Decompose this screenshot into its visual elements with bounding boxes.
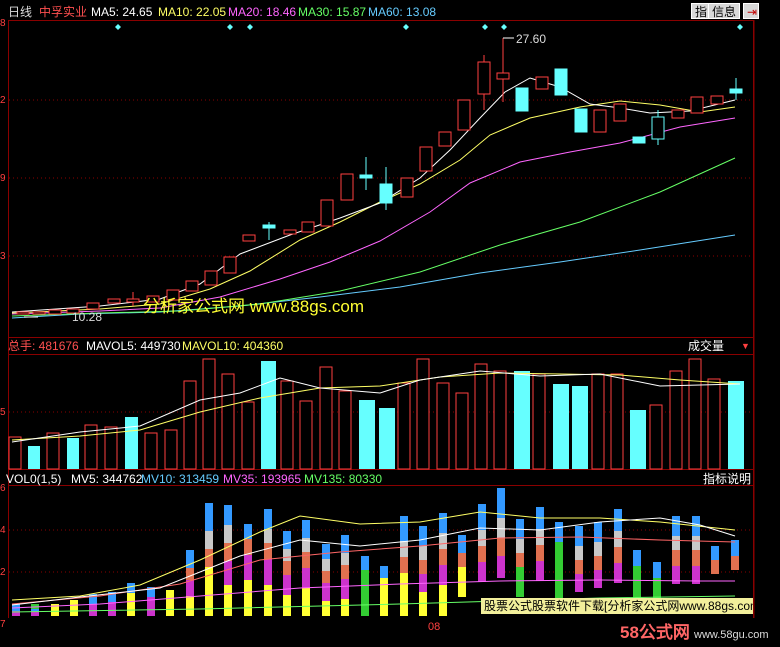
price-axis-label-4: 3 [0, 251, 6, 262]
low-price-label: 10.28 [72, 310, 103, 324]
indicator-bars [12, 488, 739, 616]
price-axis-label-3: 9 [0, 173, 6, 184]
indicator-axis-label-3: 2 [0, 567, 6, 578]
mv5-readout: MV5: 344762 [71, 472, 143, 486]
site-url: www.58gu.com [694, 629, 769, 641]
indicator-axis-label-2: 4 [0, 525, 6, 536]
download-banner[interactable]: 股票公式股票软件下载[分析家公式网www.88gs.com [481, 598, 753, 614]
stock-chart-window: 日线 中孚实业 MA5: 24.65 MA10: 22.05 MA20: 18.… [0, 0, 780, 647]
volume-indicator-dropdown[interactable]: 成交量 [688, 339, 724, 353]
indicator-axis-label-1: 6 [0, 483, 6, 494]
mv135-readout: MV135: 80330 [304, 472, 383, 486]
mv35-readout: MV35: 193965 [223, 472, 302, 486]
total-hands-readout: 总手: 481676 [8, 339, 79, 353]
x-axis-left-label: 7 [0, 619, 6, 630]
indicator-help-button[interactable]: 指标说明 [703, 472, 751, 486]
high-price-label: 27.60 [516, 32, 547, 46]
price-axis-label-1: 8 [0, 18, 6, 29]
chevron-down-icon[interactable]: ▼ [741, 339, 750, 353]
price-axis-label-2: 2 [0, 95, 6, 106]
mavol10-readout: MAVOL10: 404360 [182, 339, 284, 353]
mv10-readout: MV10: 313459 [141, 472, 220, 486]
site-logo: 58公式网 [620, 623, 690, 642]
volume-axis-label: 5 [0, 407, 6, 418]
signal-markers [115, 24, 743, 30]
volume-bars-down [28, 361, 744, 469]
x-axis-month-label: 08 [428, 621, 441, 633]
chart-canvas [8, 20, 755, 622]
watermark-text: 分析家公式网 www.88gs.com [143, 297, 365, 316]
indicator-title: VOL0(1,5) [6, 472, 62, 486]
mavol5-readout: MAVOL5: 449730 [86, 339, 181, 353]
